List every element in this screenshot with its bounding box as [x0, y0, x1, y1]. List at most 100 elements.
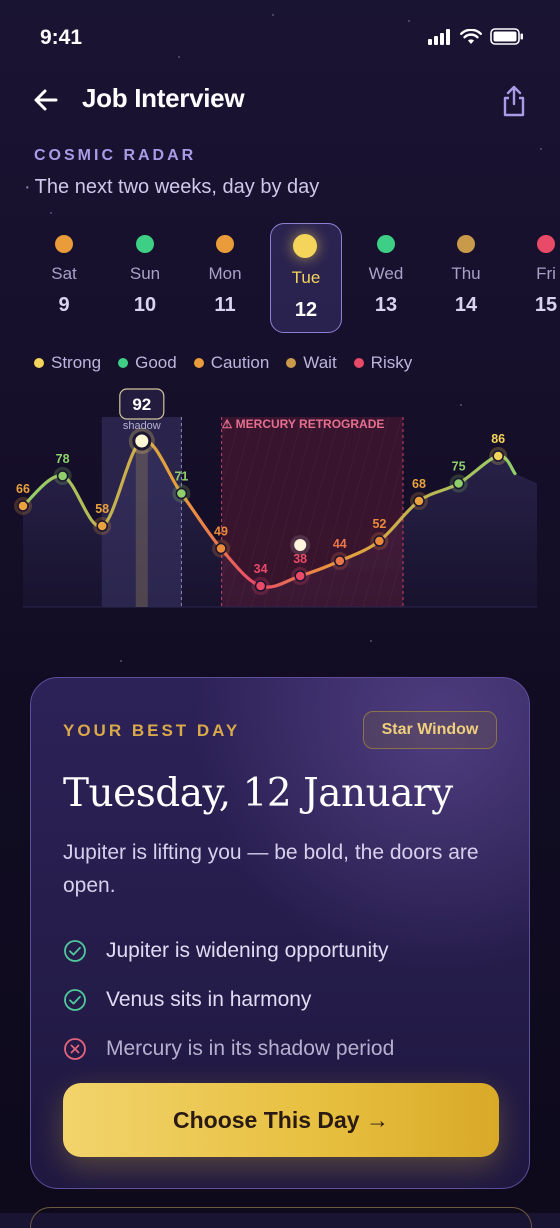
day-number: 11 — [214, 294, 236, 316]
data-point-label: 66 — [16, 482, 30, 496]
retrograde-label: ⚠ MERCURY RETROGRADE — [222, 417, 385, 431]
reason-item: Mercury is in its shadow period — [63, 1024, 394, 1073]
day-mon[interactable]: Mon 11 — [190, 224, 260, 332]
best-day-card: YOUR BEST DAY Star Window Tuesday, 12 Ja… — [30, 677, 530, 1189]
day-fri[interactable]: Fri 15 — [511, 224, 560, 332]
legend-item-risky: Risky — [353, 353, 413, 373]
day-name: Fri — [536, 264, 556, 283]
data-point — [373, 535, 386, 547]
data-point — [17, 500, 29, 512]
legend-item-wait: Wait — [286, 353, 337, 373]
data-point-label: 58 — [95, 502, 109, 516]
data-point-label: 44 — [333, 537, 347, 551]
reason-text: Mercury is in its shadow period — [106, 1036, 395, 1060]
day-number: 14 — [454, 294, 478, 316]
day-wed[interactable]: Wed 13 — [351, 224, 421, 332]
day-status-dot — [216, 235, 234, 253]
share-icon[interactable] — [500, 84, 528, 118]
data-point-label: 34 — [254, 562, 268, 576]
day-status-dot — [377, 235, 395, 253]
legend-item-strong: Strong — [34, 353, 101, 373]
check-circle-icon — [64, 988, 86, 1011]
status-icons — [428, 28, 524, 45]
reasons-list: Jupiter is widening opportunity Venus si… — [63, 926, 394, 1073]
best-day-kicker: YOUR BEST DAY — [63, 721, 241, 740]
legend-dot — [118, 358, 129, 368]
back-arrow-icon[interactable] — [30, 84, 62, 116]
day-status-dot — [55, 235, 73, 253]
legend-label: Risky — [370, 353, 413, 372]
choose-this-day-button[interactable]: Choose This Day → — [63, 1083, 499, 1157]
best-day-date: Tuesday, 12 January — [63, 771, 453, 816]
data-point — [254, 580, 267, 592]
current-marker — [294, 539, 307, 551]
day-name: Mon — [208, 264, 242, 283]
next-card-edge — [30, 1207, 532, 1228]
reason-text: Jupiter is widening opportunity — [106, 938, 389, 962]
data-point-label: 78 — [56, 452, 70, 466]
section-subtitle: · The next two weeks, day by day — [24, 176, 320, 198]
data-point — [294, 570, 306, 582]
legend-dot — [353, 358, 364, 368]
data-point — [413, 495, 425, 507]
legend-label: Good — [135, 353, 177, 372]
data-point-label: 49 — [214, 525, 228, 539]
legend-label: Caution — [210, 353, 270, 372]
day-strip: Sat 9 Sun 10 Mon 11 Tue 12 Wed 13 Thu 14… — [0, 223, 560, 336]
highlight-callout-value: 92 — [132, 395, 151, 414]
day-name: Wed — [368, 264, 404, 283]
section-kicker: COSMIC RADAR — [34, 147, 197, 164]
data-point-label: 52 — [372, 517, 386, 531]
day-tue-selected[interactable]: Tue 12 — [270, 223, 342, 333]
shadow-label: shadow — [123, 420, 161, 432]
data-point-label: 75 — [452, 460, 466, 474]
data-point — [56, 470, 69, 482]
day-status-dot — [136, 235, 154, 253]
day-number: 13 — [374, 294, 398, 316]
reason-item: Venus sits in harmony — [63, 975, 394, 1024]
reason-text: Venus sits in harmony — [106, 987, 312, 1011]
reason-item: Jupiter is widening opportunity — [63, 926, 394, 975]
section-subtitle-text: The next two weeks, day by day — [34, 176, 320, 198]
day-name: Tue — [291, 268, 321, 287]
legend-item-caution: Caution — [193, 353, 270, 373]
day-sun[interactable]: Sun 10 — [110, 224, 180, 332]
best-day-description: Jupiter is lifting you — be bold, the do… — [63, 841, 479, 897]
day-sat[interactable]: Sat 9 — [29, 224, 99, 332]
data-point — [452, 477, 465, 490]
status-time: 9:41 — [40, 26, 83, 49]
check-circle-icon — [64, 939, 86, 962]
day-number: 9 — [58, 294, 70, 316]
day-status-dot — [293, 234, 317, 258]
day-name: Thu — [451, 264, 481, 283]
legend-dot — [34, 358, 44, 368]
x-circle-icon — [64, 1037, 86, 1060]
wifi-icon — [460, 28, 482, 44]
legend-label: Wait — [303, 353, 337, 372]
day-number: 12 — [294, 299, 318, 321]
highlight-point — [132, 431, 152, 451]
day-status-dot — [457, 235, 475, 253]
data-point — [96, 520, 108, 532]
day-status-dot — [537, 235, 555, 253]
legend-dot — [193, 358, 204, 368]
day-number: 10 — [133, 294, 157, 316]
page-title: Job Interview — [82, 83, 245, 113]
legend-dot — [286, 358, 297, 368]
legend-item-good: Good — [118, 353, 177, 373]
legend-label: Strong — [51, 353, 102, 372]
data-point — [334, 555, 346, 567]
data-point-label: 71 — [174, 470, 188, 484]
data-point — [492, 450, 504, 462]
battery-icon — [490, 28, 523, 45]
day-name: Sat — [51, 264, 77, 283]
data-point-label: 86 — [491, 432, 505, 446]
chart-legend: Strong Good Caution Wait Risky — [34, 353, 412, 373]
cosmic-radar-chart: ⚠ MERCURY RETROGRADE66785871493438445268… — [14, 388, 537, 608]
day-name: Sun — [129, 264, 161, 283]
day-thu[interactable]: Thu 14 — [431, 224, 501, 332]
data-point — [175, 487, 188, 500]
star-window-badge: Star Window — [363, 711, 497, 749]
data-point-label: 68 — [412, 477, 426, 491]
day-number: 15 — [534, 294, 558, 316]
